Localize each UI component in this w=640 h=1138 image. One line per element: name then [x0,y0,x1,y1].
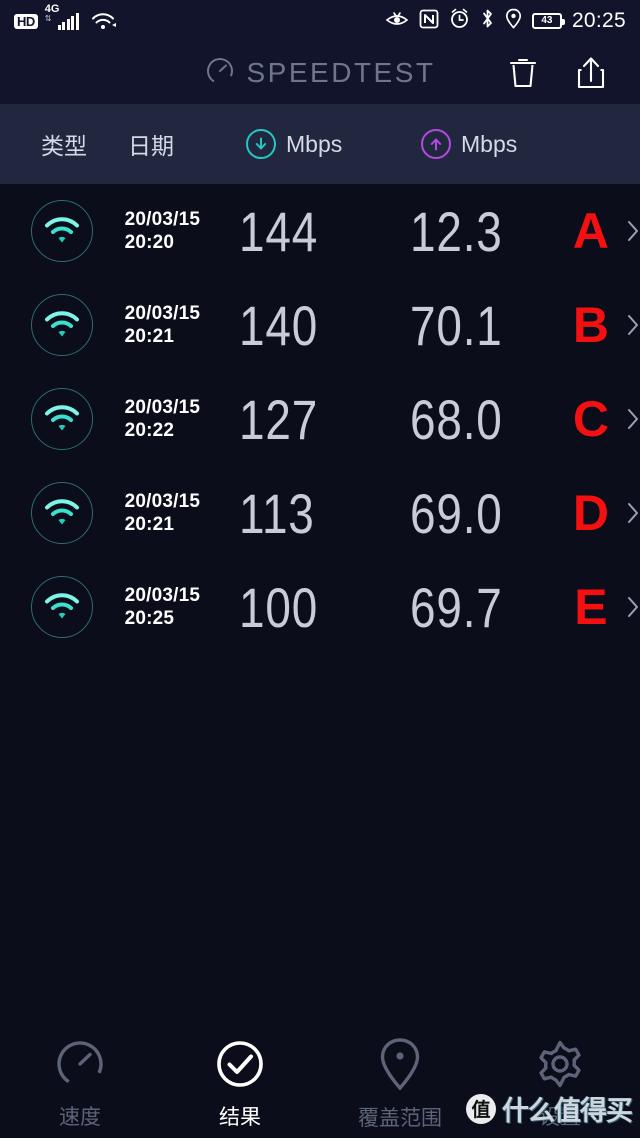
table-row[interactable]: 20/03/15 20:20 144 12.3 A [0,184,640,278]
result-datetime: 20/03/15 20:21 [125,490,240,536]
result-upload-speed: 69.0 [409,481,503,545]
bluetooth-icon [480,8,495,34]
table-row[interactable]: 20/03/15 20:21 140 70.1 B [0,278,640,372]
battery-icon: 43 [531,13,565,29]
check-circle-icon [213,1037,267,1091]
nav-item-2[interactable]: 覆盖范围 [320,1036,480,1132]
app-header-actions [506,55,640,91]
page-title: SPEEDTEST [246,57,436,88]
table-row[interactable]: 20/03/15 20:22 127 68.0 C [0,372,640,466]
table-row[interactable]: 20/03/15 20:21 113 69.0 D [0,466,640,560]
chevron-right-icon[interactable] [626,313,640,337]
wifi-icon [31,482,94,544]
status-bar: HD 4G ⇅ 43 20:25 [0,0,640,42]
network-type-label: 4G [44,2,60,15]
chevron-right-icon[interactable] [626,407,640,431]
result-grade-badge: A [572,203,609,259]
column-header-date[interactable]: 日期 [128,127,246,161]
trash-icon[interactable] [506,55,540,91]
battery-level-label: 43 [541,15,553,26]
nav-item-label: 结果 [219,1106,261,1129]
upload-unit-label: Mbps [461,130,518,157]
result-download-speed: 144 [239,199,319,263]
result-grade-badge: B [572,297,609,353]
network-activity-indicator: ⇅ [44,13,52,23]
signal-bars-icon [57,12,79,30]
upload-arrow-icon [421,129,451,159]
nav-item-3[interactable]: 设置 [480,1037,640,1131]
result-date: 20/03/15 [124,303,201,324]
result-connection-type [0,482,125,544]
wifi-icon [31,576,94,638]
wifi-icon [31,294,94,356]
result-download-speed: 113 [239,481,316,545]
speedometer-icon [205,56,235,91]
gear-icon [533,1037,587,1091]
wifi-status-icon [90,11,116,31]
result-datetime: 20/03/15 20:20 [125,208,240,254]
result-connection-type [0,388,125,450]
eye-care-icon [385,9,409,34]
result-connection-type [0,294,125,356]
chevron-right-icon[interactable] [626,595,640,619]
result-date: 20/03/15 [124,397,201,418]
nav-item-label: 覆盖范围 [358,1107,442,1130]
result-grade-badge: E [574,579,608,635]
result-connection-type [0,576,125,638]
hd-icon: HD [14,13,38,29]
nav-item-label: 设置 [539,1106,581,1129]
result-upload-speed: 69.7 [409,575,503,639]
result-datetime: 20/03/15 20:21 [125,302,240,348]
wifi-icon [31,200,94,262]
nav-item-1[interactable]: 结果 [160,1037,320,1131]
results-column-header: 类型 日期 Mbps Mbps [0,104,640,184]
result-date: 20/03/15 [124,585,201,606]
result-time: 20:25 [124,608,175,629]
share-icon[interactable] [574,55,608,91]
result-time: 20:21 [124,326,175,347]
clock-label: 20:25 [571,9,626,32]
nav-item-label: 速度 [59,1106,101,1129]
result-grade-badge: D [572,485,609,541]
bottom-navigation[interactable]: 速度 结果 覆盖范围 设置 值 什么值得买 [0,1030,640,1138]
table-row[interactable]: 20/03/15 20:25 100 69.7 E [0,560,640,654]
wifi-icon [31,388,94,450]
result-download-speed: 100 [239,575,319,639]
result-datetime: 20/03/15 20:22 [125,396,240,442]
nav-item-0[interactable]: 速度 [0,1037,160,1131]
chevron-right-icon[interactable] [626,219,640,243]
result-datetime: 20/03/15 20:25 [125,584,240,630]
speedometer-icon [53,1037,107,1091]
download-arrow-icon [246,129,276,159]
column-header-type[interactable]: 类型 [0,127,128,161]
download-unit-label: Mbps [286,130,343,157]
result-upload-speed: 12.3 [409,199,503,263]
result-upload-speed: 70.1 [409,293,503,357]
result-download-speed: 127 [239,387,319,451]
result-time: 20:22 [124,420,175,441]
result-grade-badge: C [572,391,609,447]
app-header: SPEEDTEST [0,42,640,104]
column-header-upload[interactable]: Mbps [421,129,640,159]
chevron-right-icon[interactable] [626,501,640,525]
result-download-speed: 140 [239,293,319,357]
result-date: 20/03/15 [124,209,201,230]
location-icon [505,8,522,34]
column-header-download[interactable]: Mbps [246,129,421,159]
result-upload-speed: 68.0 [409,387,503,451]
cellular-signal-icon: 4G ⇅ [44,3,79,30]
map-pin-icon [376,1036,424,1092]
nfc-icon [419,9,439,34]
status-bar-right: 43 20:25 [385,8,626,34]
result-date: 20/03/15 [124,491,201,512]
result-time: 20:21 [124,514,175,535]
alarm-icon [449,8,470,34]
results-list[interactable]: 20/03/15 20:20 144 12.3 A 20/03/15 20:21… [0,184,640,1030]
result-connection-type [0,200,125,262]
status-bar-left: HD 4G ⇅ [14,3,116,31]
result-time: 20:20 [124,232,175,253]
app-screen: HD 4G ⇅ 43 20:25 SPEEDTEST 类型 日期 Mbps Mb… [0,0,640,1138]
